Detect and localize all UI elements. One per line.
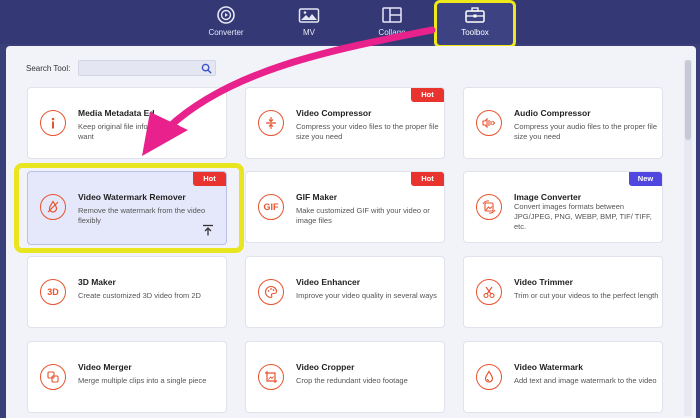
converter-icon (217, 6, 235, 24)
3d-icon: 3D (40, 279, 66, 305)
tool-card-video-compressor[interactable]: Hot Video Compressor Compress your video… (245, 87, 445, 159)
tab-collage-label: Collage (378, 28, 406, 37)
tool-desc: Trim or cut your videos to the perfect l… (514, 291, 659, 300)
compress-icon (258, 110, 284, 136)
tab-toolbox-label: Toolbox (461, 28, 489, 37)
tool-title: Video Cropper (296, 362, 355, 372)
tab-mv[interactable]: MV (274, 2, 344, 42)
tool-card-video-enhancer[interactable]: Video Enhancer Improve your video qualit… (245, 256, 445, 328)
gif-icon: GIF (258, 194, 284, 220)
tab-toolbox[interactable]: Toolbox (440, 2, 510, 42)
tab-mv-label: MV (303, 28, 315, 37)
tool-desc: Compress your video files to the proper … (296, 122, 439, 142)
tool-card-gif-maker[interactable]: Hot GIF GIF Maker Make customized GIF wi… (245, 171, 445, 243)
toolbox-icon (465, 7, 485, 23)
top-nav: Converter MV Collage Toolbox (0, 0, 700, 48)
tab-collage[interactable]: Collage (357, 2, 427, 42)
scroll-thumb[interactable] (685, 60, 691, 140)
tool-card-image-converter[interactable]: New Image Converter Convert images forma… (463, 171, 663, 243)
tool-card-video-trimmer[interactable]: Video Trimmer Trim or cut your videos to… (463, 256, 663, 328)
image-convert-icon (476, 194, 502, 220)
tool-card-video-cropper[interactable]: Video Cropper Crop the redundant video f… (245, 341, 445, 413)
tool-card-audio-compressor[interactable]: Audio Compressor Compress your audio fil… (463, 87, 663, 159)
tool-title: Image Converter (514, 192, 582, 202)
tool-desc: Add text and image watermark to the vide… (514, 376, 657, 385)
hot-badge: Hot (411, 172, 444, 186)
collage-icon (382, 7, 402, 23)
tool-desc: Make customized GIF with your video or i… (296, 206, 430, 226)
search-input[interactable] (78, 60, 216, 76)
tool-desc: Improve your video quality in several wa… (296, 291, 437, 300)
scrollbar[interactable] (684, 60, 692, 416)
upload-icon[interactable] (202, 224, 214, 236)
tool-desc: Merge multiple clips into a single piece (78, 376, 207, 385)
tool-title: Video Trimmer (514, 277, 573, 287)
tool-card-video-merger[interactable]: Video Merger Merge multiple clips into a… (27, 341, 227, 413)
scissors-icon (476, 279, 502, 305)
tool-card-video-watermark[interactable]: Video Watermark Add text and image water… (463, 341, 663, 413)
tool-title: Video Watermark (514, 362, 583, 372)
tool-title: Video Merger (78, 362, 132, 372)
tool-card-media-metadata-editor[interactable]: Media Metadata Ed Keep original file inf… (27, 87, 227, 159)
mv-icon (298, 8, 320, 23)
hot-badge: Hot (193, 172, 226, 186)
search-label: Search Tool: (26, 64, 71, 73)
tool-title: Video Watermark Remover (78, 192, 186, 202)
tab-converter-label: Converter (208, 28, 244, 37)
palette-icon (258, 279, 284, 305)
crop-icon (258, 364, 284, 390)
tab-converter[interactable]: Converter (191, 2, 261, 42)
new-badge: New (629, 172, 662, 186)
tool-desc: Create customized 3D video from 2D (78, 291, 201, 300)
tool-desc: Convert images formats between JPG/JPEG,… (514, 202, 652, 232)
tool-title: Media Metadata Ed (78, 108, 155, 118)
merge-icon (40, 364, 66, 390)
tool-title: Audio Compressor (514, 108, 591, 118)
tool-desc: Keep original file info you want (78, 122, 180, 142)
tool-card-video-watermark-remover[interactable]: Hot Video Watermark Remover Remove the w… (27, 171, 227, 245)
tool-desc: Compress your audio files to the proper … (514, 122, 657, 142)
info-icon (40, 110, 66, 136)
tool-title: GIF Maker (296, 192, 338, 202)
tool-title: Video Compressor (296, 108, 372, 118)
tool-title: Video Enhancer (296, 277, 361, 287)
audio-compress-icon (476, 110, 502, 136)
droplet-icon (476, 364, 502, 390)
hot-badge: Hot (411, 88, 444, 102)
tool-title: 3D Maker (78, 277, 116, 287)
tool-desc: Crop the redundant video footage (296, 376, 408, 385)
tool-card-3d-maker[interactable]: 3D 3D Maker Create customized 3D video f… (27, 256, 227, 328)
watermark-remove-icon (40, 194, 66, 220)
search-icon[interactable] (201, 63, 212, 74)
